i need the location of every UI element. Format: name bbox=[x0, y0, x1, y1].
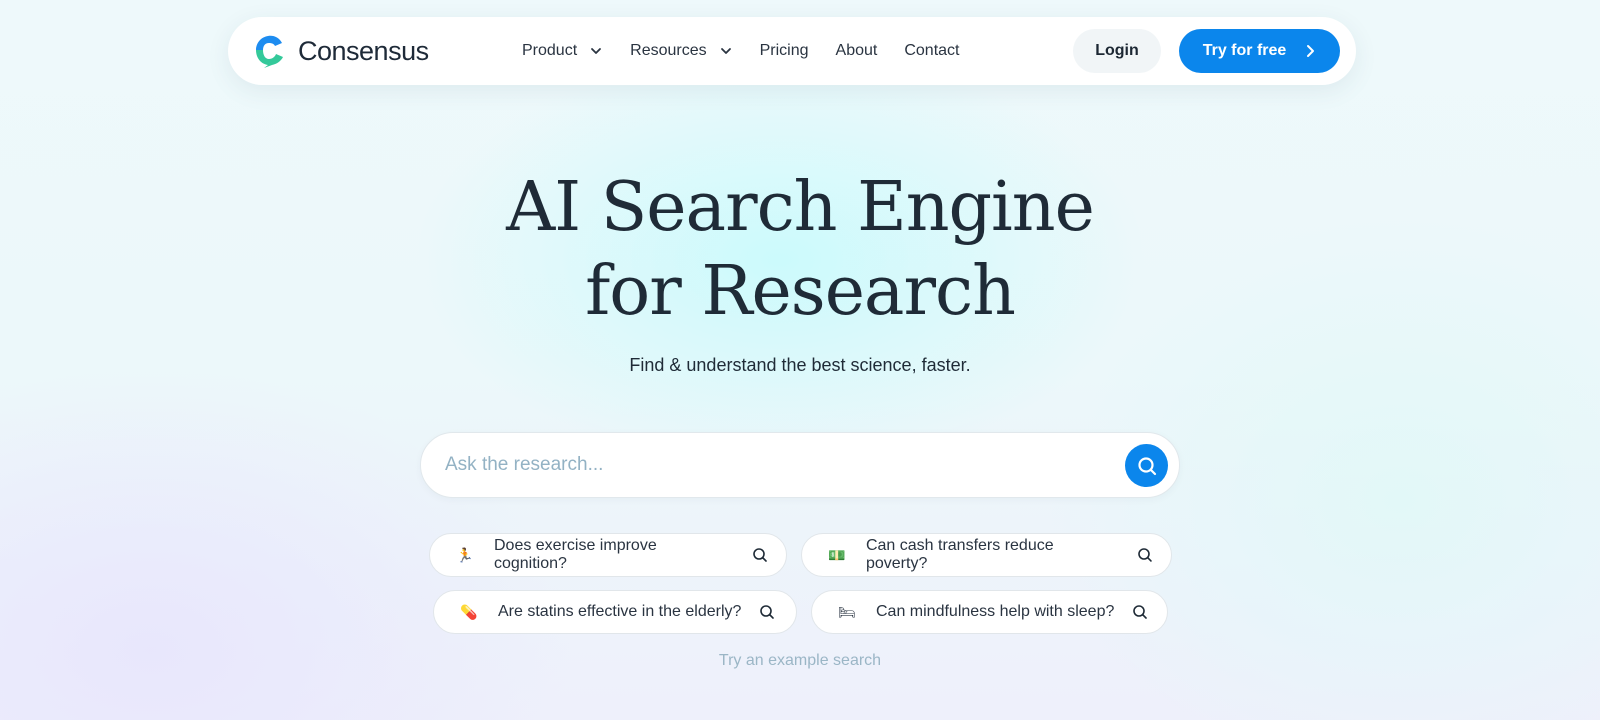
example-search-chip[interactable]: 🏃 Does exercise improve cognition? bbox=[429, 533, 787, 577]
running-person-icon: 🏃 bbox=[456, 546, 474, 563]
example-search-text: Does exercise improve cognition? bbox=[493, 537, 657, 572]
bed-icon: 🛏 bbox=[838, 603, 856, 620]
example-search-chip[interactable]: 💊 Are statins effective in the elderly? bbox=[433, 590, 797, 634]
hero-title-line-1: AI Search Engine bbox=[506, 168, 1095, 247]
nav-item-label: Pricing bbox=[759, 42, 809, 59]
search-icon bbox=[753, 548, 767, 562]
hero-title: AI Search Engine for Research bbox=[0, 166, 1600, 334]
search-icon bbox=[1137, 456, 1156, 475]
nav-item-label: About bbox=[835, 42, 878, 59]
example-search-text: Can cash transfers reduce poverty? bbox=[865, 537, 1054, 572]
search-input[interactable] bbox=[445, 433, 1105, 497]
search-icon bbox=[760, 605, 775, 619]
logo-link[interactable]: Consensus bbox=[254, 34, 429, 68]
nav-item-label: Contact bbox=[904, 42, 960, 59]
search-submit-button[interactable] bbox=[1125, 444, 1168, 487]
hero-subtitle: Find & understand the best science, fast… bbox=[629, 355, 971, 375]
consensus-logo-icon bbox=[256, 35, 283, 68]
login-button[interactable]: Login bbox=[1073, 29, 1161, 73]
money-icon: 💵 bbox=[828, 546, 846, 563]
brand-name: Consensus bbox=[298, 35, 429, 66]
nav-item-pricing[interactable]: Pricing bbox=[760, 42, 809, 60]
nav-item-contact[interactable]: Contact bbox=[904, 42, 959, 60]
hero-title-line-2: for Research bbox=[585, 252, 1016, 331]
try-example-label: Try an example search bbox=[718, 652, 882, 669]
search-icon bbox=[1133, 605, 1148, 619]
chevron-right-icon bbox=[1307, 45, 1315, 57]
nav-item-about[interactable]: About bbox=[836, 42, 878, 60]
chevron-down-icon bbox=[720, 48, 731, 54]
nav-item-product[interactable]: Product bbox=[522, 42, 603, 60]
nav-item-resources[interactable]: Resources bbox=[630, 42, 732, 60]
try-for-free-button[interactable]: Try for free bbox=[1179, 29, 1340, 73]
example-search-chip[interactable]: 🛏 Can mindfulness help with sleep? bbox=[811, 590, 1168, 634]
example-search-text: Can mindfulness help with sleep? bbox=[876, 603, 1115, 620]
example-search-text: Are statins effective in the elderly? bbox=[498, 603, 742, 620]
search-box bbox=[420, 432, 1180, 498]
nav-item-label: Product bbox=[522, 42, 578, 59]
chevron-down-icon bbox=[591, 48, 602, 54]
nav-item-label: Resources bbox=[630, 42, 707, 59]
search-icon bbox=[1138, 548, 1152, 562]
example-search-chip[interactable]: 💵 Can cash transfers reduce poverty? bbox=[801, 533, 1172, 577]
nav-links: Product Resources Pricing About Contact bbox=[522, 17, 986, 85]
try-for-free-label: Try for free bbox=[1202, 42, 1287, 59]
pill-icon: 💊 bbox=[460, 603, 478, 620]
top-navbar: Consensus Product Resources Pricing Abou… bbox=[228, 17, 1356, 85]
